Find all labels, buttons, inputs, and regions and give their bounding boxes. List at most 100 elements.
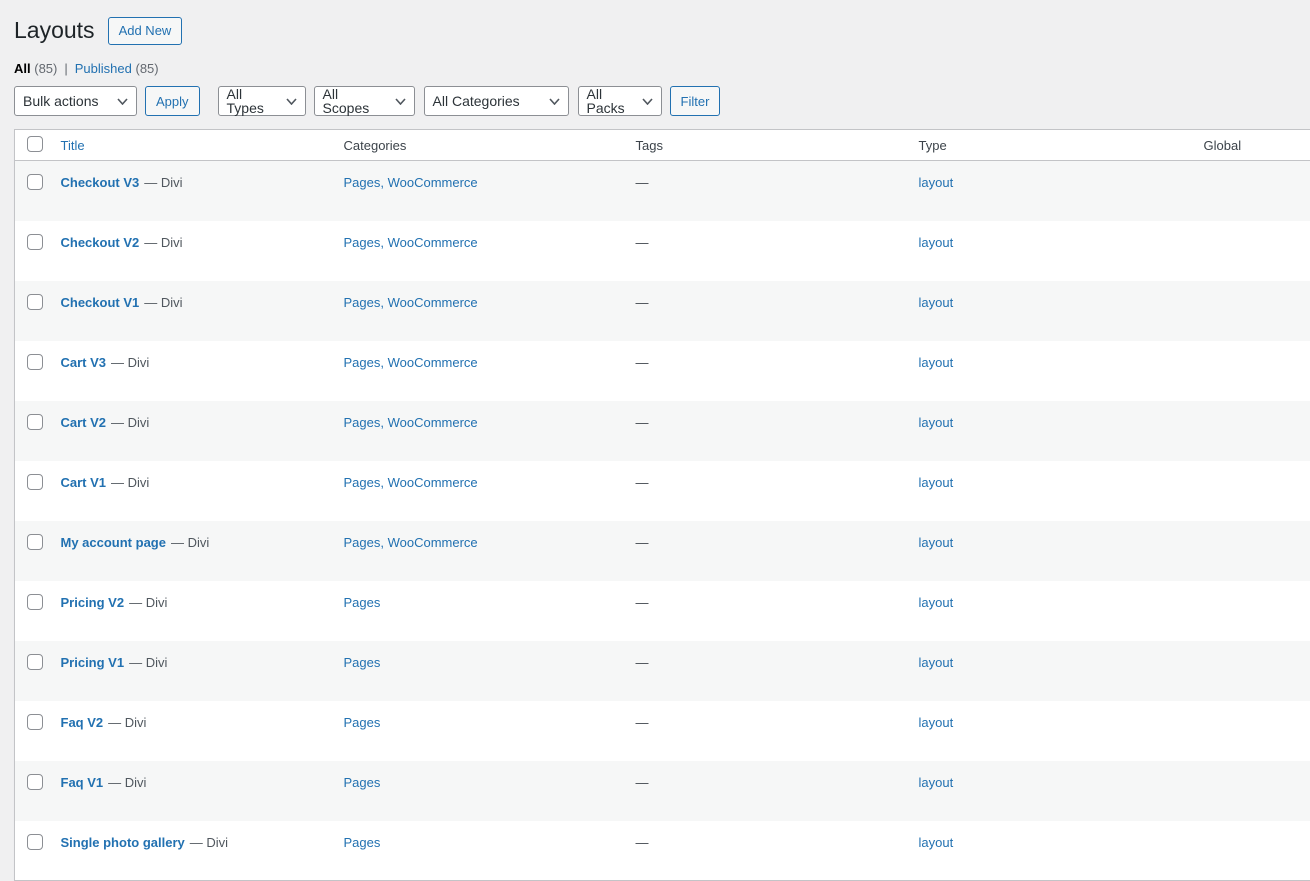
tags-value: — [636,415,649,430]
page-title: Layouts [14,16,95,46]
table-row: Cart V3— Divi Pages, WooCommerce — layou… [15,341,1310,401]
type-link[interactable]: layout [919,415,954,430]
category-link[interactable]: Pages, WooCommerce [344,535,478,550]
add-new-button[interactable]: Add New [108,17,183,45]
view-published-label: Published [75,61,132,76]
column-header-tags: Tags [626,130,909,161]
category-link[interactable]: Pages, WooCommerce [344,235,478,250]
type-link[interactable]: layout [919,475,954,490]
types-filter-select[interactable]: All Types [218,86,306,116]
column-header-categories: Categories [334,130,626,161]
type-link[interactable]: layout [919,535,954,550]
table-row: Cart V2 — Divi Pages, WooCommerce — layou… [15,401,1310,461]
bulk-actions-select[interactable]: Bulk actions [14,86,137,116]
layout-title-link[interactable]: Faq V2 [61,715,104,730]
layout-title-link[interactable]: My account page [61,535,166,550]
layout-title-suffix: — Divi [171,535,209,550]
type-link[interactable]: layout [919,595,954,610]
view-all-link[interactable]: All (85) [14,61,57,76]
tags-value: — [636,175,649,190]
layout-title-suffix: — Divi [111,355,149,370]
row-checkbox[interactable] [27,414,43,430]
layout-title-link[interactable]: Cart V1 [61,475,107,490]
row-checkbox[interactable] [27,294,43,310]
table-filter-bar: Bulk actions Apply All Types All Scopes … [14,86,1310,116]
layout-title-suffix: — Divi [144,235,182,250]
table-row: My account page — Divi Pages, WooCommerce… [15,521,1310,581]
category-link[interactable]: Pages, WooCommerce [344,175,478,190]
row-checkbox[interactable] [27,834,43,850]
category-link[interactable]: Pages, WooCommerce [344,475,478,490]
table-row: Faq V2— Divi Pages — layout [15,701,1310,761]
layout-title-link[interactable]: Checkout V3 [61,175,140,190]
chevron-down-icon [286,98,297,105]
type-link[interactable]: layout [919,235,954,250]
row-checkbox[interactable] [27,534,43,550]
layouts-list-table: Title Categories Tags Type Global Checko… [14,129,1310,881]
row-checkbox[interactable] [27,774,43,790]
category-link[interactable]: Pages [344,835,381,850]
packs-filter-select[interactable]: All Packs [578,86,662,116]
layout-title-suffix: — Divi [190,835,228,850]
type-link[interactable]: layout [919,775,954,790]
layout-title-link[interactable]: Cart V3 [61,355,107,370]
row-checkbox[interactable] [27,234,43,250]
type-link[interactable]: layout [919,175,954,190]
table-row: Checkout V3 — Divi Pages, WooCommerce — l… [15,161,1310,221]
row-checkbox[interactable] [27,654,43,670]
view-links-separator: | [64,61,67,76]
tags-value: — [636,775,649,790]
scopes-filter-select[interactable]: All Scopes [314,86,415,116]
select-all-checkbox[interactable] [27,136,43,152]
layout-title-link[interactable]: Pricing V1 [61,655,125,670]
layout-title-suffix: — Divi [111,415,149,430]
layout-title-link[interactable]: Pricing V2 [61,595,125,610]
column-header-type: Type [909,130,1194,161]
tags-value: — [636,655,649,670]
type-link[interactable]: layout [919,355,954,370]
row-checkbox[interactable] [27,174,43,190]
type-link[interactable]: layout [919,835,954,850]
view-published-link[interactable]: Published (85) [75,61,159,76]
apply-button[interactable]: Apply [145,86,200,116]
layout-title-suffix: — Divi [144,175,182,190]
layout-title-link[interactable]: Checkout V1 [61,295,140,310]
category-link[interactable]: Pages [344,655,381,670]
category-link[interactable]: Pages [344,595,381,610]
type-link[interactable]: layout [919,295,954,310]
category-link[interactable]: Pages [344,715,381,730]
category-link[interactable]: Pages, WooCommerce [344,295,478,310]
layout-title-link[interactable]: Faq V1 [61,775,104,790]
categories-filter-select[interactable]: All Categories [424,86,569,116]
row-checkbox[interactable] [27,714,43,730]
chevron-down-icon [117,98,128,105]
type-link[interactable]: layout [919,715,954,730]
row-checkbox[interactable] [27,474,43,490]
table-header: Title Categories Tags Type Global [15,130,1310,161]
chevron-down-icon [549,98,560,105]
layout-title-link[interactable]: Cart V2 [61,415,107,430]
type-link[interactable]: layout [919,655,954,670]
filter-button[interactable]: Filter [670,86,721,116]
table-row: Cart V1— Divi Pages, WooCommerce — layou… [15,461,1310,521]
layout-title-suffix: — Divi [108,775,146,790]
layout-title-link[interactable]: Checkout V2 [61,235,140,250]
layout-title-suffix: — Divi [108,715,146,730]
table-row: Checkout V2— Divi Pages, WooCommerce — l… [15,221,1310,281]
view-published-count: (85) [136,61,159,76]
layout-title-suffix: — Divi [144,295,182,310]
category-link[interactable]: Pages, WooCommerce [344,415,478,430]
categories-selected-value: All Categories [433,94,520,108]
packs-selected-value: All Packs [587,87,634,115]
tags-value: — [636,835,649,850]
row-checkbox[interactable] [27,594,43,610]
table-row: Pricing V2— Divi Pages — layout [15,581,1310,641]
category-link[interactable]: Pages [344,775,381,790]
layout-title-link[interactable]: Single photo gallery [61,835,185,850]
table-row: Checkout V1— Divi Pages, WooCommerce — l… [15,281,1310,341]
column-header-title-sort[interactable]: Title [61,138,85,153]
bulk-actions-selected-value: Bulk actions [23,94,98,108]
row-checkbox[interactable] [27,354,43,370]
view-filter-links: All (85) | Published (85) [14,61,1310,76]
category-link[interactable]: Pages, WooCommerce [344,355,478,370]
